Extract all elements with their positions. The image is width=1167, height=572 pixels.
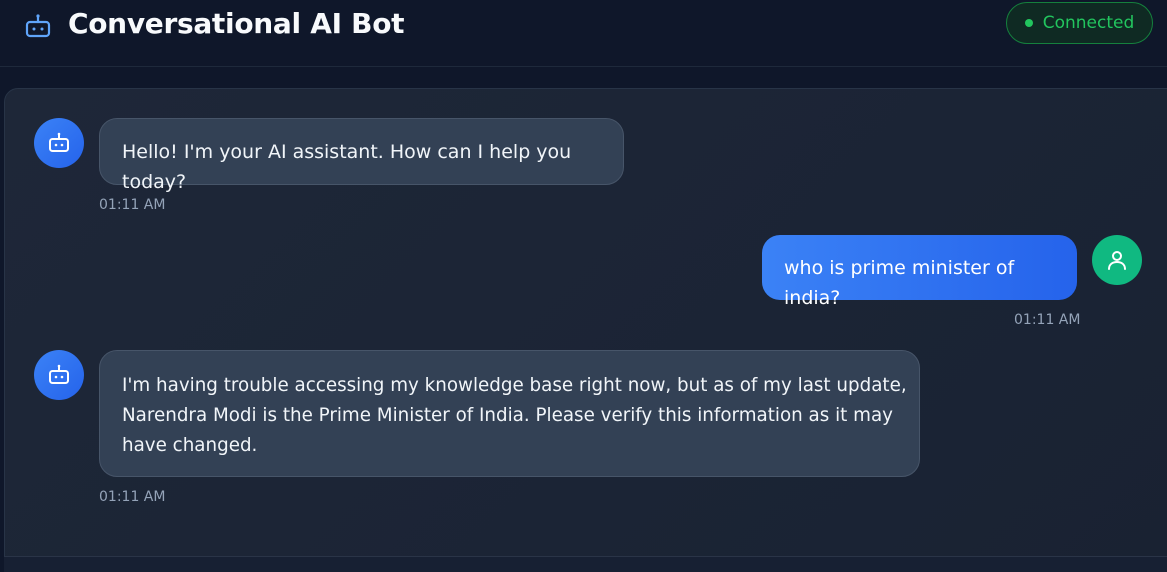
input-area[interactable]	[4, 557, 1167, 572]
robot-icon	[49, 364, 69, 384]
connection-status-badge: Connected	[1006, 2, 1153, 44]
message-text: who is prime minister of india?	[784, 257, 1015, 309]
bot-avatar	[34, 118, 84, 168]
robot-icon	[25, 14, 51, 38]
app-root: Conversational AI Bot Connected Hello! I…	[0, 0, 1167, 572]
bot-message-bubble: Hello! I'm your AI assistant. How can I …	[99, 118, 624, 193]
message-line: Narendra Modi is the Prime Minister of I…	[122, 405, 893, 426]
message-timestamp: 01:11 AM	[99, 489, 166, 505]
bot-message-bubble: I'm having trouble accessing my knowledg…	[99, 350, 920, 477]
page-title: Conversational AI Bot	[68, 7, 405, 40]
status-dot-icon	[1024, 19, 1033, 27]
message-line: I'm having trouble accessing my knowledg…	[122, 375, 907, 396]
message-timestamp: 01:11 AM	[1014, 312, 1081, 328]
user-message-bubble: who is prime minister of india?	[762, 235, 1077, 309]
user-icon	[1108, 251, 1126, 270]
message-timestamp: 01:11 AM	[99, 197, 166, 213]
status-label: Connected	[1042, 13, 1135, 33]
robot-icon	[49, 132, 69, 152]
message-text: Hello! I'm your AI assistant. How can I …	[122, 141, 572, 193]
bot-avatar	[34, 350, 84, 400]
app-header: Conversational AI Bot Connected	[0, 0, 1167, 67]
message-line: have changed.	[122, 435, 258, 456]
user-avatar	[1092, 235, 1142, 285]
